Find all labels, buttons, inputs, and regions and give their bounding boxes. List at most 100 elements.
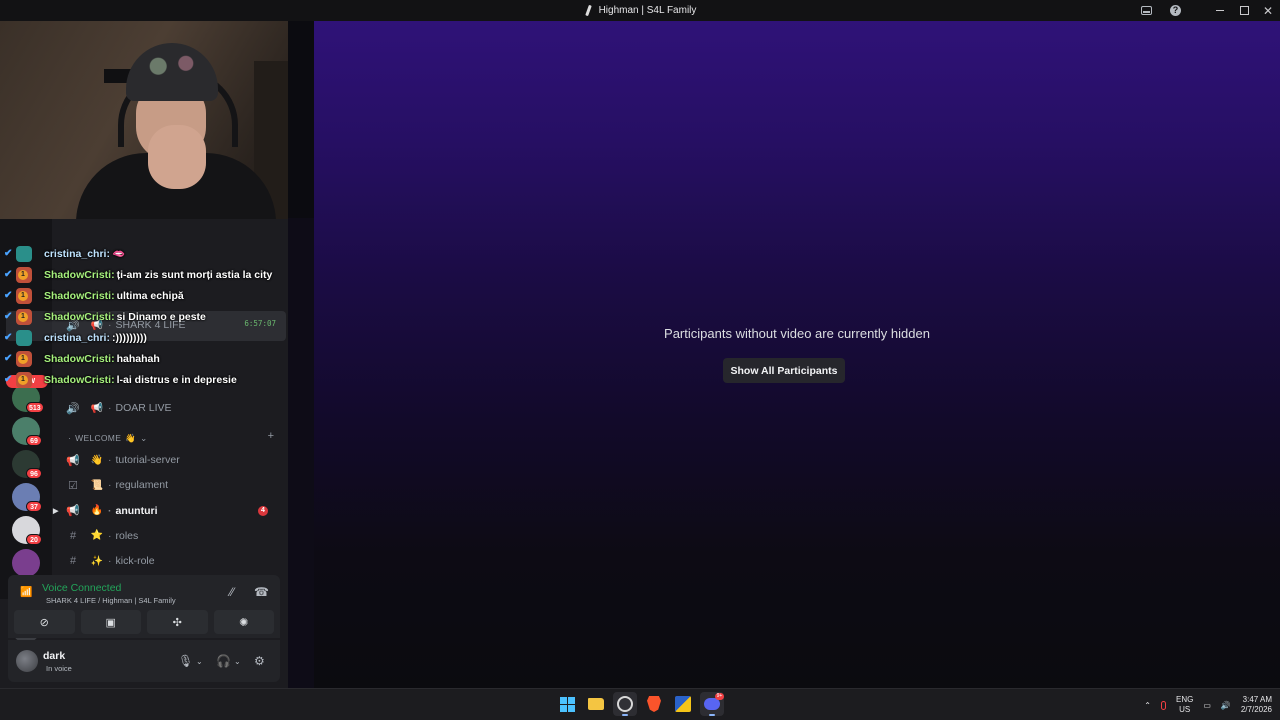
- server-icon: [584, 5, 593, 16]
- discord-button[interactable]: 9+: [700, 692, 724, 716]
- inbox-button[interactable]: [1132, 0, 1161, 21]
- help-icon: ?: [1170, 5, 1181, 16]
- app-icon: [675, 696, 691, 712]
- sub-badge: 1: [18, 290, 28, 301]
- channel-type-icon: #: [69, 529, 77, 542]
- chat-text: si Dinamo e peste: [116, 310, 206, 323]
- chat-message: ✔ 1 ShadowCristi: hahahah: [0, 348, 288, 369]
- clock-time: 3:47 AM: [1242, 695, 1272, 704]
- signal-icon: 📶: [20, 587, 33, 598]
- voice-channel[interactable]: 🔊 📢 · DOAR LIVE: [52, 397, 282, 419]
- avatar[interactable]: [16, 650, 38, 672]
- channel-emoji-icon: 👋: [90, 454, 104, 466]
- soundboard-icon: ✺: [239, 616, 249, 629]
- server-icon[interactable]: [12, 549, 40, 577]
- chevron-up-icon[interactable]: ⌃: [1144, 701, 1151, 710]
- mic-in-use-icon[interactable]: [1160, 700, 1166, 710]
- chevron-down-icon[interactable]: ⌄: [234, 657, 241, 666]
- chat-message: ✔ 1 ShadowCristi: si Dinamo e peste: [0, 306, 288, 327]
- network-icon[interactable]: ▭: [1203, 701, 1211, 710]
- channel-anunturi[interactable]: ▶ 📢 🔥 · anunturi 4: [52, 500, 282, 522]
- category-welcome[interactable]: · WELCOME 👋 ⌄: [68, 433, 148, 444]
- system-tray: ⌃ ENG US ▭ 🔊 3:47 AM 2/7/2026: [1144, 693, 1272, 717]
- channel-emoji-icon: 📜: [90, 479, 104, 491]
- close-window-button[interactable]: ✕: [1256, 0, 1280, 21]
- maximize-button[interactable]: [1232, 0, 1256, 21]
- chat-message: ✔ 1 ShadowCristi: ultima echipă: [0, 285, 288, 306]
- soundboard-button[interactable]: ✺: [213, 610, 274, 634]
- channel-emoji-icon: ⭐: [90, 530, 104, 542]
- lang-region: US: [1179, 705, 1191, 714]
- channel-kick-role[interactable]: # ✨ · kick-role: [52, 550, 282, 572]
- inbox-icon: [1141, 6, 1152, 15]
- add-channel-icon[interactable]: +: [268, 430, 274, 442]
- noise-suppression-icon[interactable]: ⁄⁄: [230, 585, 234, 599]
- chat-username: cristina_chri:: [44, 331, 110, 344]
- unread-indicator: ▶: [53, 507, 59, 515]
- disconnect-icon[interactable]: ☎: [254, 585, 269, 599]
- headphones-icon[interactable]: 🎧: [216, 654, 231, 668]
- start-button[interactable]: [555, 692, 579, 716]
- channel-tutorial-server[interactable]: 📢 👋 · tutorial-server: [52, 449, 282, 471]
- chat-username: ShadowCristi:: [44, 352, 115, 365]
- sub-badge: 1: [18, 269, 28, 280]
- minimize-icon: [1216, 10, 1224, 11]
- user-status: In voice: [46, 664, 72, 673]
- chat-avatar: [16, 329, 32, 346]
- webcam-overlay: [0, 21, 288, 219]
- channel-type-icon: 📢: [66, 454, 80, 467]
- discord-badge: 9+: [715, 693, 724, 700]
- sub-badge: 1: [18, 374, 28, 385]
- voice-location[interactable]: SHARK 4 LIFE / Highman | S4L Family: [46, 596, 176, 605]
- verified-check-icon: ✔: [4, 373, 13, 385]
- channel-regulament[interactable]: ☑ 📜 · regulament: [52, 474, 282, 496]
- obs-button[interactable]: [613, 692, 637, 716]
- app-kit-button[interactable]: [671, 692, 695, 716]
- channel-roles[interactable]: # ⭐ · roles: [52, 525, 282, 547]
- language-indicator[interactable]: ENG US: [1176, 695, 1193, 715]
- activities-button[interactable]: ✣: [147, 610, 208, 634]
- channel-type-icon: 📢: [66, 505, 80, 518]
- mention-badge: 4: [258, 505, 268, 516]
- chat-username: cristina_chri:: [44, 247, 110, 260]
- activities-icon: ✣: [172, 616, 182, 629]
- channel-type-icon: #: [69, 555, 77, 568]
- voice-controls: ⊘ ▣ ✣ ✺: [8, 610, 280, 638]
- chat-text: hahahah: [116, 352, 160, 365]
- server-mention-badge: 37: [26, 501, 42, 512]
- verified-check-icon: ✔: [4, 310, 13, 322]
- channel-name: DOAR LIVE: [115, 402, 172, 414]
- stream-chat-overlay: ✔ cristina_chri: 🫦 ✔ 1 ShadowCristi: ți-am zis…: [0, 243, 288, 390]
- file-explorer-button[interactable]: [584, 692, 608, 716]
- help-button[interactable]: ?: [1161, 0, 1190, 21]
- chevron-down-icon[interactable]: ⌄: [196, 657, 203, 666]
- verified-check-icon: ✔: [4, 247, 13, 259]
- chat-message: ✔ cristina_chri: 🫦: [0, 243, 288, 264]
- chat-text: ultima echipă: [116, 289, 184, 302]
- taskbar: 9+ ⌃ ENG US ▭ 🔊 3:47 AM 2/7/2026: [0, 688, 1280, 720]
- channel-name: roles: [115, 529, 139, 542]
- server-mention-badge: 513: [26, 402, 44, 413]
- username[interactable]: dark: [43, 650, 65, 662]
- channel-emoji-icon: 🔥: [90, 505, 104, 517]
- clock[interactable]: 3:47 AM 2/7/2026: [1241, 695, 1272, 715]
- minimize-button[interactable]: [1208, 0, 1232, 21]
- screen-share-button[interactable]: ▣: [80, 610, 141, 634]
- show-all-participants-button[interactable]: Show All Participants: [723, 358, 845, 383]
- chat-text: :))))))))): [111, 331, 147, 344]
- verified-check-icon: ✔: [4, 268, 13, 280]
- camera-off-button[interactable]: ⊘: [14, 610, 75, 634]
- lang-code: ENG: [1175, 695, 1194, 704]
- chat-text: l-ai distrus e in depresie: [116, 373, 237, 386]
- channel-name: regulament: [115, 479, 169, 492]
- settings-gear-icon[interactable]: ⚙: [254, 654, 265, 668]
- brave-browser-button[interactable]: [642, 692, 666, 716]
- chat-message: ✔ 1 ShadowCristi: l-ai distrus e in depresi…: [0, 369, 288, 390]
- microphone-icon[interactable]: 🎙: [178, 654, 193, 668]
- channel-emoji-icon: 📢: [90, 402, 104, 414]
- volume-icon[interactable]: 🔊: [1221, 701, 1231, 710]
- voice-status[interactable]: Voice Connected: [42, 582, 121, 594]
- clock-date: 2/7/2026: [1240, 705, 1272, 714]
- sub-badge: 1: [18, 353, 28, 364]
- chat-text: ți-am zis sunt morți astia la city: [116, 268, 273, 281]
